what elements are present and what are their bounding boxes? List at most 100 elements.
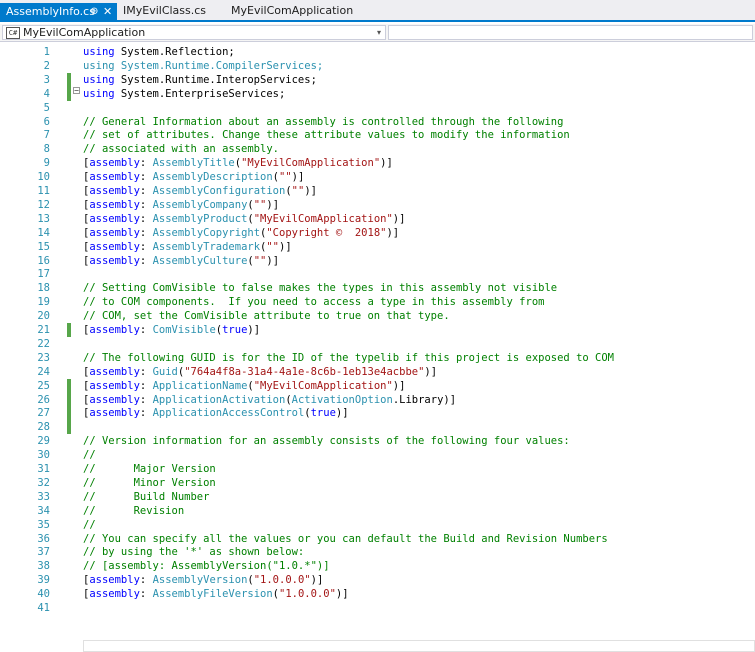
code-token: AssemblyConfiguration [152, 185, 286, 197]
code-token: : [139, 407, 153, 420]
code-line[interactable]: 1 using System.Reflection; [0, 45, 755, 59]
line-number: 35 [37, 518, 50, 531]
line-number: 13 [37, 212, 50, 225]
change-marker [67, 378, 71, 393]
code-token: : [139, 226, 153, 239]
code-token: // [83, 518, 96, 531]
code-token: // associated with an assembly. [83, 143, 279, 156]
code-token: : [139, 379, 153, 392]
code-line[interactable]: 28 [0, 420, 755, 435]
code-token: assembly [89, 588, 140, 601]
document-tab-strip: AssemblyInfo.cs ⊕ ✕ IMyEvilClass.cs MyEv… [0, 0, 755, 22]
line-number: 34 [37, 504, 50, 517]
code-line[interactable]: 39 [assembly: AssemblyVersion("1.0.0.0")] [0, 573, 755, 587]
code-token: System.Runtime.InteropServices; [114, 73, 317, 86]
code-line[interactable]: 21 [assembly: ComVisible(true)] [0, 323, 755, 337]
code-line[interactable]: 32 // Minor Version [0, 476, 755, 490]
code-editor[interactable]: − 1 using System.Reflection; 2 using System… [0, 42, 755, 652]
code-line[interactable]: 35 // [0, 518, 755, 532]
code-line[interactable]: 9 [assembly: AssemblyTitle("MyEvilComAppl… [0, 156, 755, 170]
code-text: // to COM components. If you need to acc… [83, 295, 544, 309]
code-token: : [139, 185, 153, 197]
code-line[interactable]: 15 [assembly: AssemblyTrademark("")] [0, 240, 755, 254]
code-line[interactable]: 17 [0, 267, 755, 281]
code-text: // Revision [83, 504, 184, 518]
code-token: )] [335, 588, 349, 601]
code-token: assembly [89, 157, 140, 170]
code-line[interactable]: 31 // Major Version [0, 462, 755, 476]
code-line[interactable]: 40 [assembly: AssemblyFileVersion("1.0.0.… [0, 587, 755, 601]
code-line[interactable]: 14 [assembly: AssemblyCopyright("Copyrigh… [0, 226, 755, 240]
line-number: 25 [37, 379, 50, 392]
code-line[interactable]: 18 // Setting ComVisible to false makes t… [0, 281, 755, 295]
tab-imyevilclass[interactable]: IMyEvilClass.cs [117, 2, 212, 20]
code-token: assembly [89, 212, 140, 225]
line-number: 16 [37, 254, 50, 267]
code-line[interactable]: 5 [0, 101, 755, 115]
tab-assemblyinfo[interactable]: AssemblyInfo.cs ⊕ ✕ [0, 3, 117, 22]
code-line[interactable]: 23 // The following GUID is for the ID of… [0, 351, 755, 365]
chevron-down-icon[interactable]: ▾ [377, 26, 381, 39]
code-token: )] [424, 365, 438, 378]
code-line[interactable]: 30 // [0, 448, 755, 462]
code-token: assembly [89, 240, 140, 253]
code-line[interactable]: 6 // General Information about an assembl… [0, 115, 755, 129]
code-text: using System.Runtime.InteropServices; [83, 73, 317, 87]
code-line[interactable]: 41 [0, 601, 755, 615]
code-line[interactable]: 29 // Version information for an assembly… [0, 434, 755, 448]
pin-icon[interactable]: ⊕ [90, 3, 98, 21]
code-text: [assembly: AssemblyFileVersion("1.0.0.0"… [83, 587, 349, 601]
code-line[interactable]: 8 // associated with an assembly. [0, 142, 755, 156]
line-number: 29 [37, 435, 50, 448]
code-line[interactable]: 7 // set of attributes. Change these attr… [0, 128, 755, 142]
code-text: [assembly: ComVisible(true)] [83, 323, 260, 337]
code-line[interactable]: 34 // Revision [0, 504, 755, 518]
code-line[interactable]: 4 using System.EnterpriseServices; [0, 86, 755, 101]
code-token: assembly [89, 379, 140, 392]
code-text: [assembly: ApplicationName("MyEvilComApp… [83, 379, 405, 393]
change-marker [67, 323, 71, 337]
code-token: "" [253, 254, 267, 267]
code-token: AssemblyTrademark [152, 240, 261, 253]
project-dropdown[interactable]: C# MyEvilComApplication ▾ [2, 25, 386, 40]
code-line[interactable]: 27 [assembly: ApplicationAccessControl(tr… [0, 406, 755, 421]
code-token: "Copyright © 2018" [266, 226, 387, 239]
code-token: "MyEvilComApplication" [253, 379, 393, 392]
code-line[interactable]: 12 [assembly: AssemblyCompany("")] [0, 198, 755, 212]
code-line[interactable]: 22 [0, 337, 755, 351]
code-line[interactable]: 19 // to COM components. If you need to a… [0, 295, 755, 309]
code-token: )] [386, 226, 400, 239]
code-text: [assembly: AssemblyConfiguration("")] [83, 184, 317, 198]
code-line[interactable]: 13 [assembly: AssemblyProduct("MyEvilComA… [0, 212, 755, 226]
code-token: "" [279, 171, 292, 184]
code-line[interactable]: 10 [assembly: AssemblyDescription("")] [0, 170, 755, 184]
code-text: // Version information for an assembly c… [83, 434, 570, 448]
code-text: // Setting ComVisible to false makes the… [83, 281, 557, 295]
code-line[interactable]: 11 [assembly: AssemblyConfiguration("")] [0, 184, 755, 198]
code-line[interactable]: 3 using System.Runtime.InteropServices; [0, 72, 755, 87]
member-dropdown[interactable] [388, 25, 753, 40]
code-line[interactable]: 37 // by using the '*' as shown below: [0, 545, 755, 559]
code-text: [assembly: AssemblyCopyright("Copyright … [83, 226, 399, 240]
line-number: 33 [37, 490, 50, 503]
code-token: )] [266, 198, 280, 211]
csharp-project-icon: C# [6, 27, 20, 39]
tab-myevilclass[interactable]: MyEvilComApplication [225, 2, 359, 20]
code-token: "" [266, 240, 280, 253]
code-token: )] [266, 254, 280, 267]
code-token: using [83, 87, 115, 100]
code-line[interactable]: 16 [assembly: AssemblyCulture("")] [0, 254, 755, 268]
code-line[interactable]: 2 using System.Runtime.CompilerServices; [0, 59, 755, 73]
code-line[interactable]: 20 // COM, set the ComVisible attribute t… [0, 309, 755, 323]
code-line[interactable]: 36 // You can specify all the values or y… [0, 532, 755, 546]
code-line[interactable]: 25 [assembly: ApplicationName("MyEvilComA… [0, 378, 755, 393]
close-icon[interactable]: ✕ [103, 3, 112, 21]
code-text: // Minor Version [83, 476, 216, 490]
code-token: ApplicationAccessControl [152, 407, 305, 420]
code-token: // Minor Version [83, 476, 216, 489]
code-line[interactable]: 24 [assembly: Guid("764a4f8a-31a4-4a1e-8c… [0, 365, 755, 379]
code-line[interactable]: 33 // Build Number [0, 490, 755, 504]
line-number: 15 [37, 240, 50, 253]
code-line[interactable]: 38 // [assembly: AssemblyVersion("1.0.*")… [0, 559, 755, 573]
code-line[interactable]: 26 [assembly: ApplicationActivation(Activ… [0, 392, 755, 407]
